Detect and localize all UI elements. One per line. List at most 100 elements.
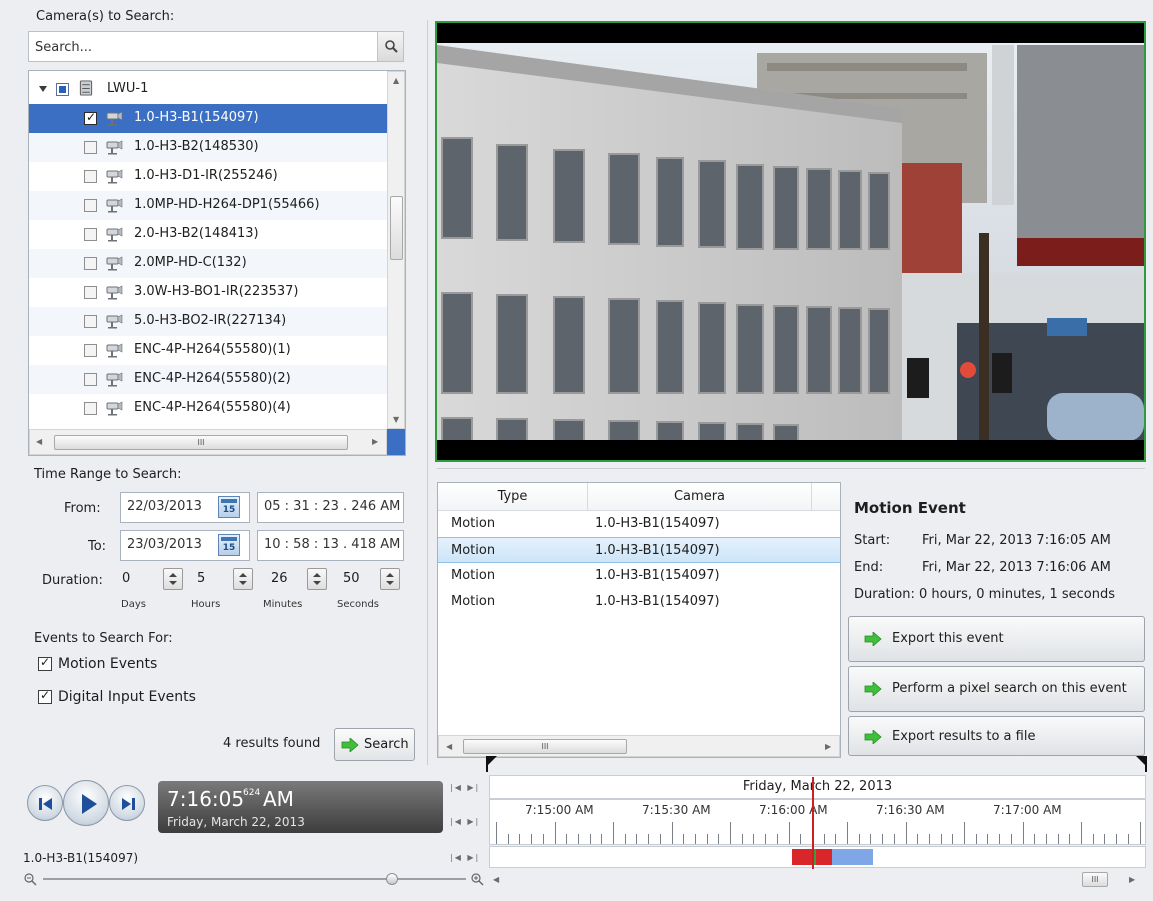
timeline-track[interactable] [489, 846, 1146, 868]
zoom-out-icon[interactable] [23, 872, 37, 886]
search-button[interactable]: Search [334, 728, 415, 761]
digital-input-events-label[interactable]: Digital Input Events [58, 689, 196, 705]
timeline-tick-mark [730, 822, 731, 844]
recording-segment[interactable] [832, 849, 873, 865]
next-frame-button[interactable] [109, 785, 145, 821]
play-button[interactable] [63, 780, 109, 826]
camera-item[interactable]: 2.0MP-HD-C(132) [29, 249, 387, 278]
duration-minutes-value[interactable]: 26 [271, 571, 288, 586]
panel-divider[interactable] [427, 20, 428, 765]
camera-search-box[interactable] [28, 31, 404, 62]
export-event-button[interactable]: Export this event [848, 616, 1145, 662]
scroll-left-icon[interactable]: ◀ [493, 876, 499, 884]
timeline-scrollbar[interactable]: ◀ III ▶ [489, 870, 1146, 890]
event-type-cell: Motion [451, 543, 496, 558]
to-time-field[interactable]: 10 : 58 : 13 . 418 AM [257, 530, 404, 561]
timeline-time-ruler[interactable]: 7:15:00 AM 7:15:30 AM 7:16:00 AM 7:16:30 AM… [489, 799, 1146, 845]
root-checkbox[interactable] [56, 83, 69, 96]
motion-events-checkbox[interactable] [38, 655, 52, 671]
camera-item[interactable]: 1.0MP-HD-H264-DP1(55466) [29, 191, 387, 220]
scroll-right-icon[interactable]: ▶ [1129, 876, 1135, 884]
duration-hours-value[interactable]: 5 [197, 571, 205, 586]
panel-divider[interactable] [437, 468, 1145, 469]
timeline-scroll-thumb[interactable]: III [1082, 872, 1108, 887]
camera-checkbox[interactable] [84, 315, 97, 328]
timeline-tick-mark [987, 834, 989, 844]
tree-vertical-scrollbar[interactable]: ▲ ▼ [387, 71, 405, 429]
table-row[interactable]: Motion 1.0-H3-B1(154097) [438, 563, 840, 589]
from-calendar-icon[interactable]: 15 [218, 496, 240, 518]
timeline-end-marker-icon[interactable] [1135, 756, 1147, 772]
camera-icon [106, 400, 124, 416]
camera-checkbox[interactable] [84, 344, 97, 357]
camera-item[interactable]: 3.0W-H3-BO1-IR(223537) [29, 278, 387, 307]
digital-input-events-checkbox[interactable] [38, 688, 52, 704]
timeline-nav-icon[interactable]: |◀ ▶| [450, 783, 480, 792]
camera-icon [106, 226, 124, 242]
scroll-left-icon[interactable]: ◀ [36, 438, 42, 446]
camera-checkbox[interactable] [84, 199, 97, 212]
table-row[interactable]: Motion 1.0-H3-B1(154097) [438, 589, 840, 615]
camera-checkbox[interactable] [84, 257, 97, 270]
camera-item[interactable]: 1.0-H3-B2(148530) [29, 133, 387, 162]
timeline-tick-mark [1069, 834, 1071, 844]
camera-checkbox[interactable] [84, 141, 97, 154]
camera-item[interactable]: 1.0-H3-B1(154097) [29, 104, 387, 133]
zoom-slider-thumb[interactable] [386, 873, 398, 885]
scroll-right-icon[interactable]: ▶ [825, 743, 831, 751]
camera-item[interactable]: ENC-4P-H264(55580)(2) [29, 365, 387, 394]
pixel-search-button[interactable]: Perform a pixel search on this event [848, 666, 1145, 712]
search-icon-button[interactable] [377, 32, 403, 61]
camera-item[interactable]: ENC-4P-H264(55580)(1) [29, 336, 387, 365]
tree-root-row[interactable]: LWU-1 [29, 75, 387, 104]
camera-tree[interactable]: LWU-1 1.0-H3-B1(154097) 1.0-H3-B2(148530)… [28, 70, 406, 456]
duration-seconds-spinner[interactable] [380, 568, 400, 590]
duration-seconds-value[interactable]: 50 [343, 571, 360, 586]
camera-checkbox[interactable] [84, 373, 97, 386]
camera-search-input[interactable] [35, 38, 365, 56]
timeline-tick-mark [870, 834, 872, 844]
timeline-nav-icon[interactable]: |◀ ▶| [450, 817, 480, 826]
from-time-field[interactable]: 05 : 31 : 23 . 246 AM [257, 492, 404, 523]
camera-checkbox[interactable] [84, 228, 97, 241]
scroll-up-icon[interactable]: ▲ [393, 77, 399, 85]
camera-item[interactable]: 5.0-H3-BO2-IR(227134) [29, 307, 387, 336]
camera-item[interactable]: ENC-4P-H264(55580)(4) [29, 394, 387, 423]
previous-frame-button[interactable] [27, 785, 63, 821]
results-table[interactable]: Type Camera Motion 1.0-H3-B1(154097) Motio… [437, 482, 841, 758]
duration-days-spinner[interactable] [163, 568, 183, 590]
timeline-tick-mark [975, 834, 977, 844]
column-header-type[interactable]: Type [438, 483, 588, 511]
timeline-start-marker-icon[interactable] [486, 756, 498, 772]
scroll-left-icon[interactable]: ◀ [446, 743, 452, 751]
duration-hours-spinner[interactable] [233, 568, 253, 590]
camera-item[interactable]: 2.0-H3-B2(148413) [29, 220, 387, 249]
table-row[interactable]: Motion 1.0-H3-B1(154097) [438, 511, 840, 537]
duration-minutes-spinner[interactable] [307, 568, 327, 590]
zoom-in-icon[interactable] [470, 872, 484, 886]
tree-vertical-scroll-thumb[interactable] [390, 196, 403, 260]
tree-horizontal-scrollbar[interactable]: ◀ III ▶ [29, 429, 387, 455]
camera-checkbox[interactable] [84, 170, 97, 183]
column-header-camera[interactable]: Camera [588, 483, 812, 511]
results-horizontal-scroll-thumb[interactable]: III [463, 739, 627, 754]
timeline-nav-icon[interactable]: |◀ ▶| [450, 853, 480, 862]
camera-checkbox[interactable] [84, 110, 97, 125]
video-player[interactable] [435, 21, 1146, 462]
duration-days-value[interactable]: 0 [122, 571, 130, 586]
motion-events-label[interactable]: Motion Events [58, 656, 157, 672]
zoom-slider[interactable] [43, 873, 466, 885]
expand-arrow-icon[interactable] [39, 86, 47, 92]
to-calendar-icon[interactable]: 15 [218, 534, 240, 556]
camera-item[interactable]: 1.0-H3-D1-IR(255246) [29, 162, 387, 191]
timeline-playhead[interactable] [812, 777, 814, 869]
time-ampm: AM [263, 787, 294, 811]
scroll-down-icon[interactable]: ▼ [393, 416, 399, 424]
camera-checkbox[interactable] [84, 402, 97, 415]
results-horizontal-scrollbar[interactable]: ◀ III ▶ [438, 735, 840, 757]
export-results-button[interactable]: Export results to a file [848, 716, 1145, 756]
scroll-right-icon[interactable]: ▶ [372, 438, 378, 446]
table-row[interactable]: Motion 1.0-H3-B1(154097) [438, 537, 840, 563]
tree-horizontal-scroll-thumb[interactable]: III [54, 435, 348, 450]
camera-checkbox[interactable] [84, 286, 97, 299]
